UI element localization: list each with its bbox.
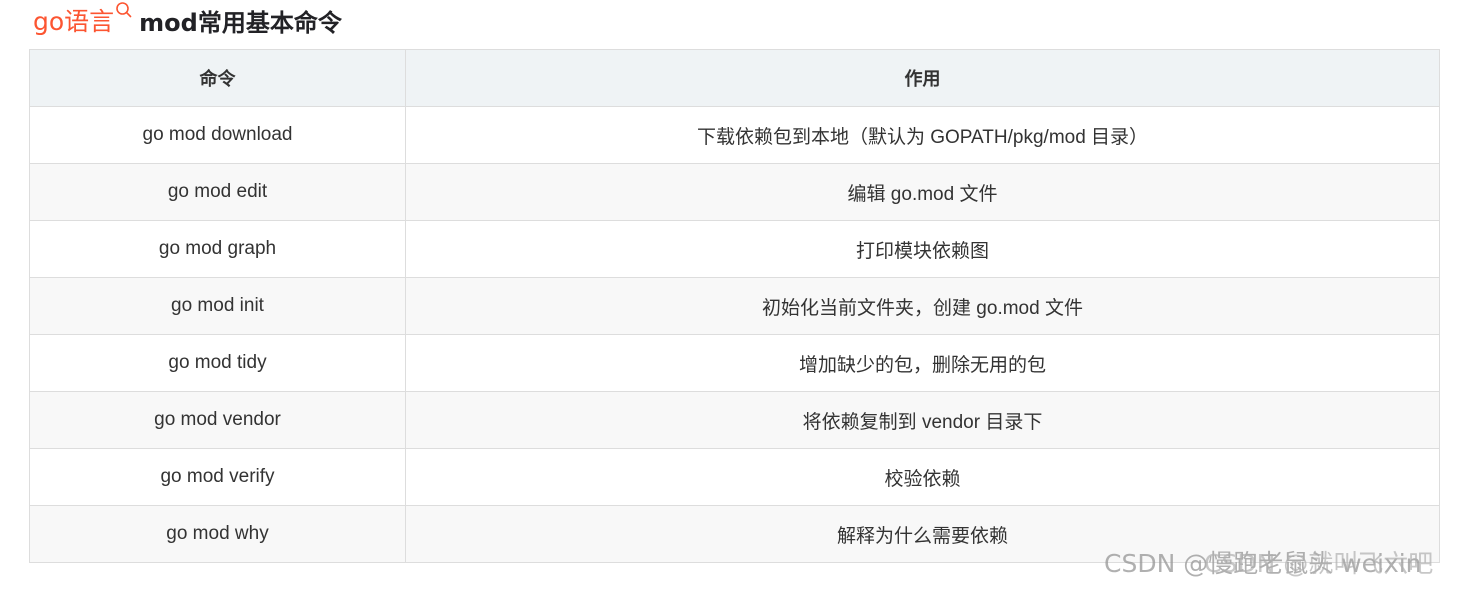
- description-cell: 校验依赖: [405, 448, 1440, 506]
- table-row: go mod edit 编辑 go.mod 文件: [29, 163, 1440, 221]
- table-header-row: 命令 作用: [29, 49, 1440, 107]
- table-row: go mod verify 校验依赖: [29, 448, 1440, 506]
- page-title: mod常用基本命令: [139, 8, 342, 37]
- search-icon[interactable]: [115, 1, 133, 21]
- command-cell: go mod download: [29, 106, 406, 164]
- header-function: 作用: [405, 49, 1440, 107]
- table-row: go mod graph 打印模块依赖图: [29, 220, 1440, 278]
- go-language-link[interactable]: go语言: [33, 2, 114, 38]
- description-cell: 打印模块依赖图: [405, 220, 1440, 278]
- header-command: 命令: [29, 49, 406, 107]
- watermark-line-2: CSDN @就叫飞六吧: [1204, 549, 1434, 578]
- description-cell: 编辑 go.mod 文件: [405, 163, 1440, 221]
- table-row: go mod download 下载依赖包到本地（默认为 GOPATH/pkg/…: [29, 106, 1440, 164]
- command-cell: go mod tidy: [29, 334, 406, 392]
- command-cell: go mod vendor: [29, 391, 406, 449]
- description-cell: 增加缺少的包，删除无用的包: [405, 334, 1440, 392]
- table-row: go mod init 初始化当前文件夹，创建 go.mod 文件: [29, 277, 1440, 335]
- command-cell: go mod why: [29, 505, 406, 563]
- csdn-watermark: CSDN @慢跑老鼠头 weixin CSDN @就叫飞六吧: [1104, 540, 1466, 580]
- command-cell: go mod verify: [29, 448, 406, 506]
- description-cell: 下载依赖包到本地（默认为 GOPATH/pkg/mod 目录）: [405, 106, 1440, 164]
- command-table: 命令 作用 go mod download 下载依赖包到本地（默认为 GOPAT…: [29, 49, 1440, 563]
- description-cell: 将依赖复制到 vendor 目录下: [405, 391, 1440, 449]
- description-cell: 初始化当前文件夹，创建 go.mod 文件: [405, 277, 1440, 335]
- section-heading: go语言 mod常用基本命令: [33, 0, 342, 40]
- command-cell: go mod graph: [29, 220, 406, 278]
- table-row: go mod vendor 将依赖复制到 vendor 目录下: [29, 391, 1440, 449]
- command-cell: go mod init: [29, 277, 406, 335]
- command-cell: go mod edit: [29, 163, 406, 221]
- table-row: go mod tidy 增加缺少的包，删除无用的包: [29, 334, 1440, 392]
